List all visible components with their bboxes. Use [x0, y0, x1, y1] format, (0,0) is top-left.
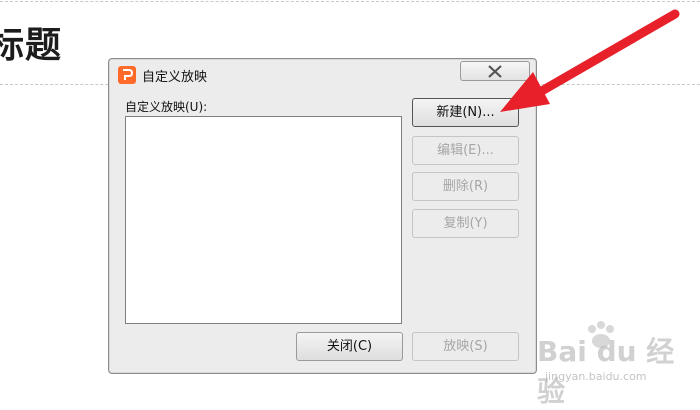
close-button[interactable]: 关闭(C) [296, 332, 403, 361]
show-button[interactable]: 放映(S) [412, 332, 519, 361]
baidu-watermark: Bai du 经验 jingyan.baidu.com [535, 320, 700, 408]
dialog-title: 自定义放映 [142, 70, 208, 85]
custom-show-list[interactable] [125, 116, 402, 324]
slide-placeholder-border-top [0, 1, 700, 2]
new-button[interactable]: 新建(N)... [412, 98, 519, 127]
edit-button[interactable]: 编辑(E)... [412, 136, 519, 165]
copy-button[interactable]: 复制(Y) [412, 209, 519, 238]
custom-show-dialog: 自定义放映 自定义放映(U): 新建(N)... 编辑(E)... 删除(R) … [108, 58, 537, 374]
close-icon [488, 65, 502, 78]
custom-show-list-label: 自定义放映(U): [125, 100, 208, 114]
slide-title-text: 标题 [0, 25, 63, 66]
dialog-titlebar: 自定义放映 [109, 59, 536, 91]
delete-button[interactable]: 删除(R) [412, 172, 519, 201]
watermark-url: jingyan.baidu.com [545, 370, 647, 383]
wps-presentation-icon [118, 66, 136, 84]
dialog-close-button[interactable] [460, 61, 530, 81]
